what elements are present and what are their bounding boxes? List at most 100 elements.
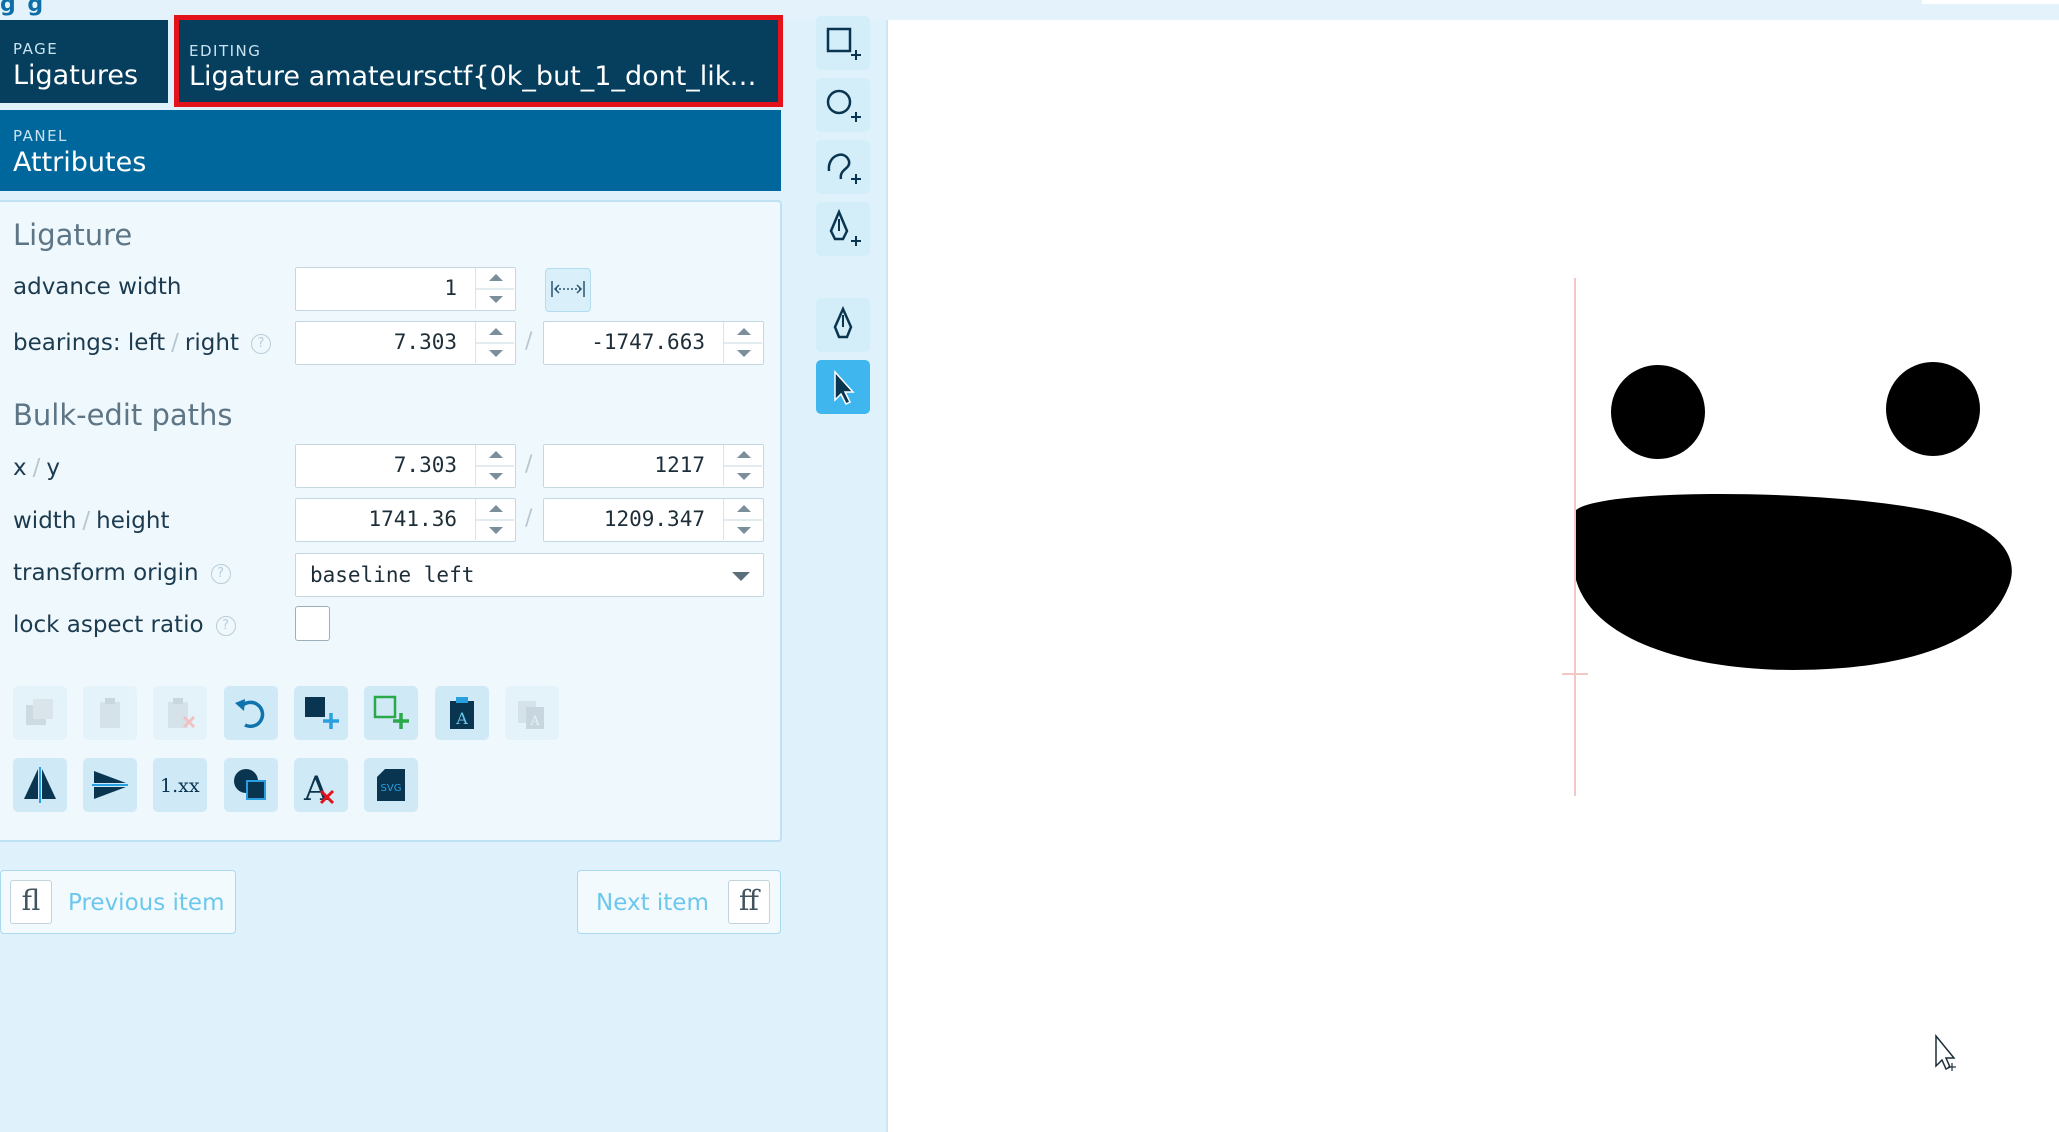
round-decimals-icon: 1.xx — [160, 775, 200, 797]
add-point-tool[interactable] — [816, 202, 870, 256]
y-spinner[interactable] — [723, 445, 763, 486]
ligature-glyph-preview — [1562, 278, 2012, 1071]
transform-origin-select[interactable]: baseline left — [295, 553, 764, 597]
path-plus-icon — [827, 153, 861, 184]
bearings-label: bearings: left / right? — [13, 330, 271, 356]
next-item-label: Next item — [596, 890, 709, 916]
flip-horizontal-button[interactable] — [13, 758, 67, 812]
paste-icon — [100, 698, 120, 728]
ligature-heading: Ligature — [13, 218, 133, 252]
pen-tool[interactable] — [816, 298, 870, 352]
bearing-right-spinner[interactable] — [723, 322, 763, 363]
next-glyph: ﬀ — [728, 880, 770, 924]
editing-value: Ligature amateursctf{0k_but_1_dont_like_… — [189, 61, 769, 92]
next-item-button[interactable]: Next item ﬀ — [577, 870, 781, 934]
y-input[interactable]: 1217 — [543, 444, 764, 488]
paste-delete-icon — [168, 698, 196, 729]
remove-glyph-icon: A — [303, 769, 335, 805]
add-component-icon — [373, 695, 409, 729]
bearing-left-input[interactable]: 7.303 — [295, 321, 516, 365]
mouse-cursor-icon — [1935, 1033, 1956, 1071]
panel-value: Attributes — [13, 147, 147, 178]
copy-icon — [26, 699, 53, 725]
editing-nav-tile[interactable]: EDITING Ligature amateursctf{0k_but_1_do… — [174, 15, 783, 107]
pointer-tool[interactable] — [816, 360, 870, 414]
advance-width-spinner[interactable] — [475, 268, 515, 309]
previous-item-button[interactable]: ﬂ Previous item — [0, 870, 236, 934]
attributes-panel: Ligature advance width 1 bearings: left /… — [0, 200, 782, 842]
advance-width-input[interactable]: 1 — [295, 267, 516, 311]
width-height-label: width / height — [13, 508, 170, 534]
add-shape-button[interactable] — [294, 686, 348, 740]
skew-icon — [92, 771, 128, 799]
round-decimals-button[interactable]: 1.xx — [153, 758, 207, 812]
width-spinner[interactable] — [475, 499, 515, 540]
advance-width-label: advance width — [13, 274, 182, 300]
svg-text:1.xx: 1.xx — [160, 775, 200, 797]
glyph-edit-canvas[interactable] — [886, 20, 2059, 1132]
page-nav-tile[interactable]: PAGE Ligatures — [0, 20, 168, 103]
app-logo: g g — [0, 0, 46, 17]
glyph-mouth[interactable] — [1576, 493, 2012, 670]
skew-button[interactable] — [83, 758, 137, 812]
x-spinner[interactable] — [475, 445, 515, 486]
bulk-edit-heading: Bulk-edit paths — [13, 398, 233, 432]
top-right-corner — [1922, 0, 2059, 4]
xy-separator: / — [525, 452, 533, 477]
clipboard-glyph-button[interactable]: A — [435, 686, 489, 740]
clipboard-glyph-icon: A — [450, 697, 474, 729]
svg-text:A: A — [455, 709, 468, 728]
new-oval-tool[interactable] — [816, 78, 870, 132]
panel-caption: PANEL — [13, 127, 68, 145]
width-input[interactable]: 1741.36 — [295, 498, 516, 542]
arrow-cursor-icon — [834, 370, 855, 406]
panel-nav-tile[interactable]: PANEL Attributes — [0, 110, 781, 191]
height-input[interactable]: 1209.347 — [543, 498, 764, 542]
lock-aspect-label: lock aspect ratio? — [13, 612, 236, 638]
combine-shapes-button[interactable] — [224, 758, 278, 812]
pen-icon — [833, 305, 853, 339]
export-svg-icon: SVG — [377, 769, 405, 801]
glyph-compare-icon: A — [518, 701, 544, 729]
undo-button[interactable] — [224, 686, 278, 740]
add-shape-icon — [305, 697, 339, 729]
transform-origin-label: transform origin? — [13, 560, 231, 586]
undo-icon — [235, 699, 265, 729]
export-svg-button[interactable]: SVG — [364, 758, 418, 812]
width-arrows-icon — [551, 281, 585, 297]
oval-plus-icon — [826, 89, 861, 122]
glyph-right-eye[interactable] — [1886, 362, 1980, 456]
combine-shapes-icon — [234, 769, 266, 800]
new-rectangle-tool[interactable] — [816, 16, 870, 70]
bearing-left-spinner[interactable] — [475, 322, 515, 363]
page-caption: PAGE — [13, 40, 59, 58]
xy-label: x / y — [13, 455, 60, 481]
bearings-separator: / — [525, 329, 533, 354]
previous-glyph: ﬂ — [10, 880, 52, 924]
bearings-help-icon[interactable]: ? — [250, 334, 271, 354]
width-height-separator: / — [525, 506, 533, 531]
transform-origin-help-icon[interactable]: ? — [210, 564, 231, 584]
paste-delete-button[interactable] — [153, 686, 207, 740]
rectangle-plus-icon — [826, 27, 861, 60]
add-component-button[interactable] — [364, 686, 418, 740]
glyph-compare-button[interactable]: A — [505, 686, 559, 740]
previous-item-label: Previous item — [68, 890, 225, 916]
page-value: Ligatures — [13, 60, 139, 91]
bearing-right-input[interactable]: -1747.663 — [543, 321, 764, 365]
lock-aspect-help-icon[interactable]: ? — [215, 616, 236, 636]
chevron-down-icon — [732, 572, 750, 581]
copy-button[interactable] — [13, 686, 67, 740]
x-input[interactable]: 7.303 — [295, 444, 516, 488]
height-spinner[interactable] — [723, 499, 763, 540]
fit-advance-width-button[interactable] — [545, 268, 591, 312]
lock-aspect-checkbox[interactable] — [295, 606, 330, 641]
glyph-left-eye[interactable] — [1611, 365, 1705, 459]
new-path-tool[interactable] — [816, 140, 870, 194]
pen-plus-icon — [829, 209, 861, 246]
editing-caption: EDITING — [189, 42, 262, 60]
paste-button[interactable] — [83, 686, 137, 740]
svg-text:A: A — [529, 714, 540, 729]
remove-glyph-button[interactable]: A — [294, 758, 348, 812]
flip-horizontal-icon — [24, 767, 56, 803]
